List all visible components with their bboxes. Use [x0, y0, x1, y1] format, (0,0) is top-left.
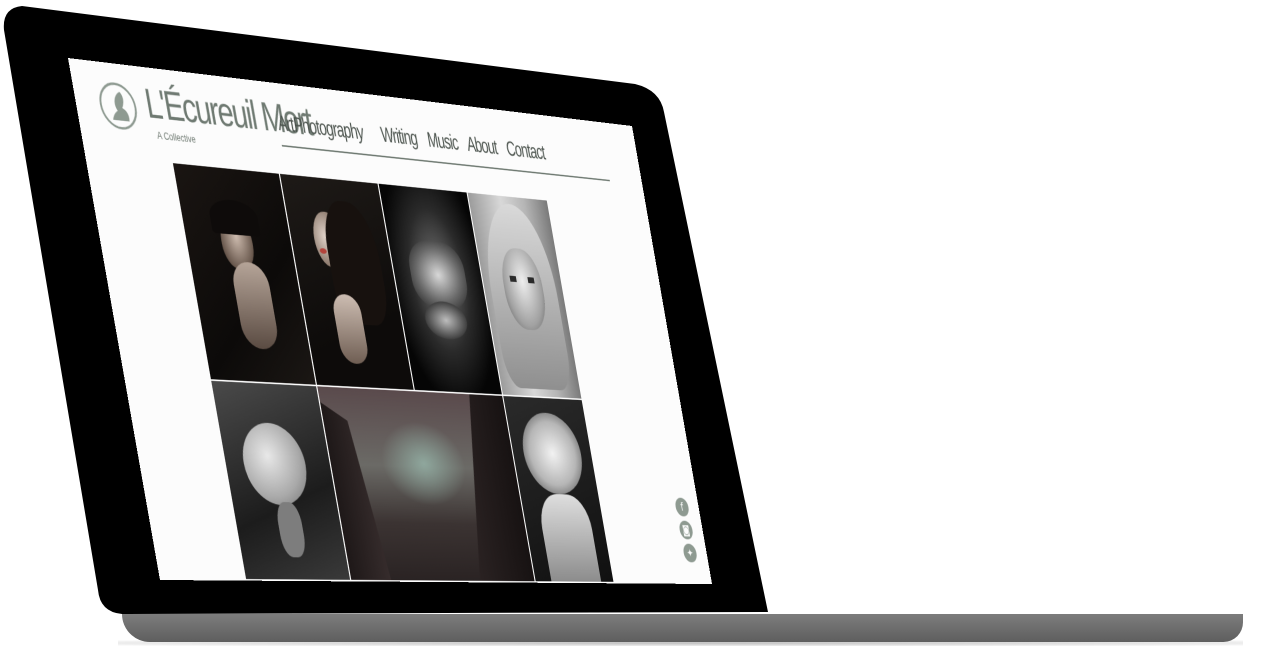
gallery-photo[interactable] [317, 386, 535, 582]
site-subtitle: A Collective [156, 129, 197, 146]
nav-item-writing[interactable]: Writing [379, 122, 419, 150]
instagram-icon[interactable]: ◙ [678, 520, 695, 540]
browser-viewport: L'Écureuil Mort A Collective ArtPhotogra… [68, 58, 713, 585]
photo-hands [404, 238, 472, 312]
photo-face [422, 300, 471, 341]
twitter-icon[interactable]: ✦ [682, 543, 699, 563]
photo-hands [229, 260, 281, 351]
photo-moon [236, 421, 313, 506]
photo-flowers [516, 411, 589, 496]
nav-item-contact[interactable]: Contact [504, 137, 546, 165]
nav-item-photography[interactable]: Photography [292, 112, 366, 144]
photo-hair [206, 197, 261, 237]
main-nav: ArtPhotography Writing Music About Contact [275, 110, 610, 192]
logo[interactable] [95, 80, 141, 132]
photo-figure [274, 501, 308, 558]
photo-body [536, 493, 602, 582]
nav-item-about[interactable]: About [465, 132, 499, 159]
squirrel-icon [108, 90, 130, 122]
photo-mist [374, 419, 473, 507]
nav-item-music[interactable]: Music [425, 128, 460, 155]
photo-gallery [172, 163, 663, 582]
facebook-icon[interactable]: f [674, 497, 691, 517]
